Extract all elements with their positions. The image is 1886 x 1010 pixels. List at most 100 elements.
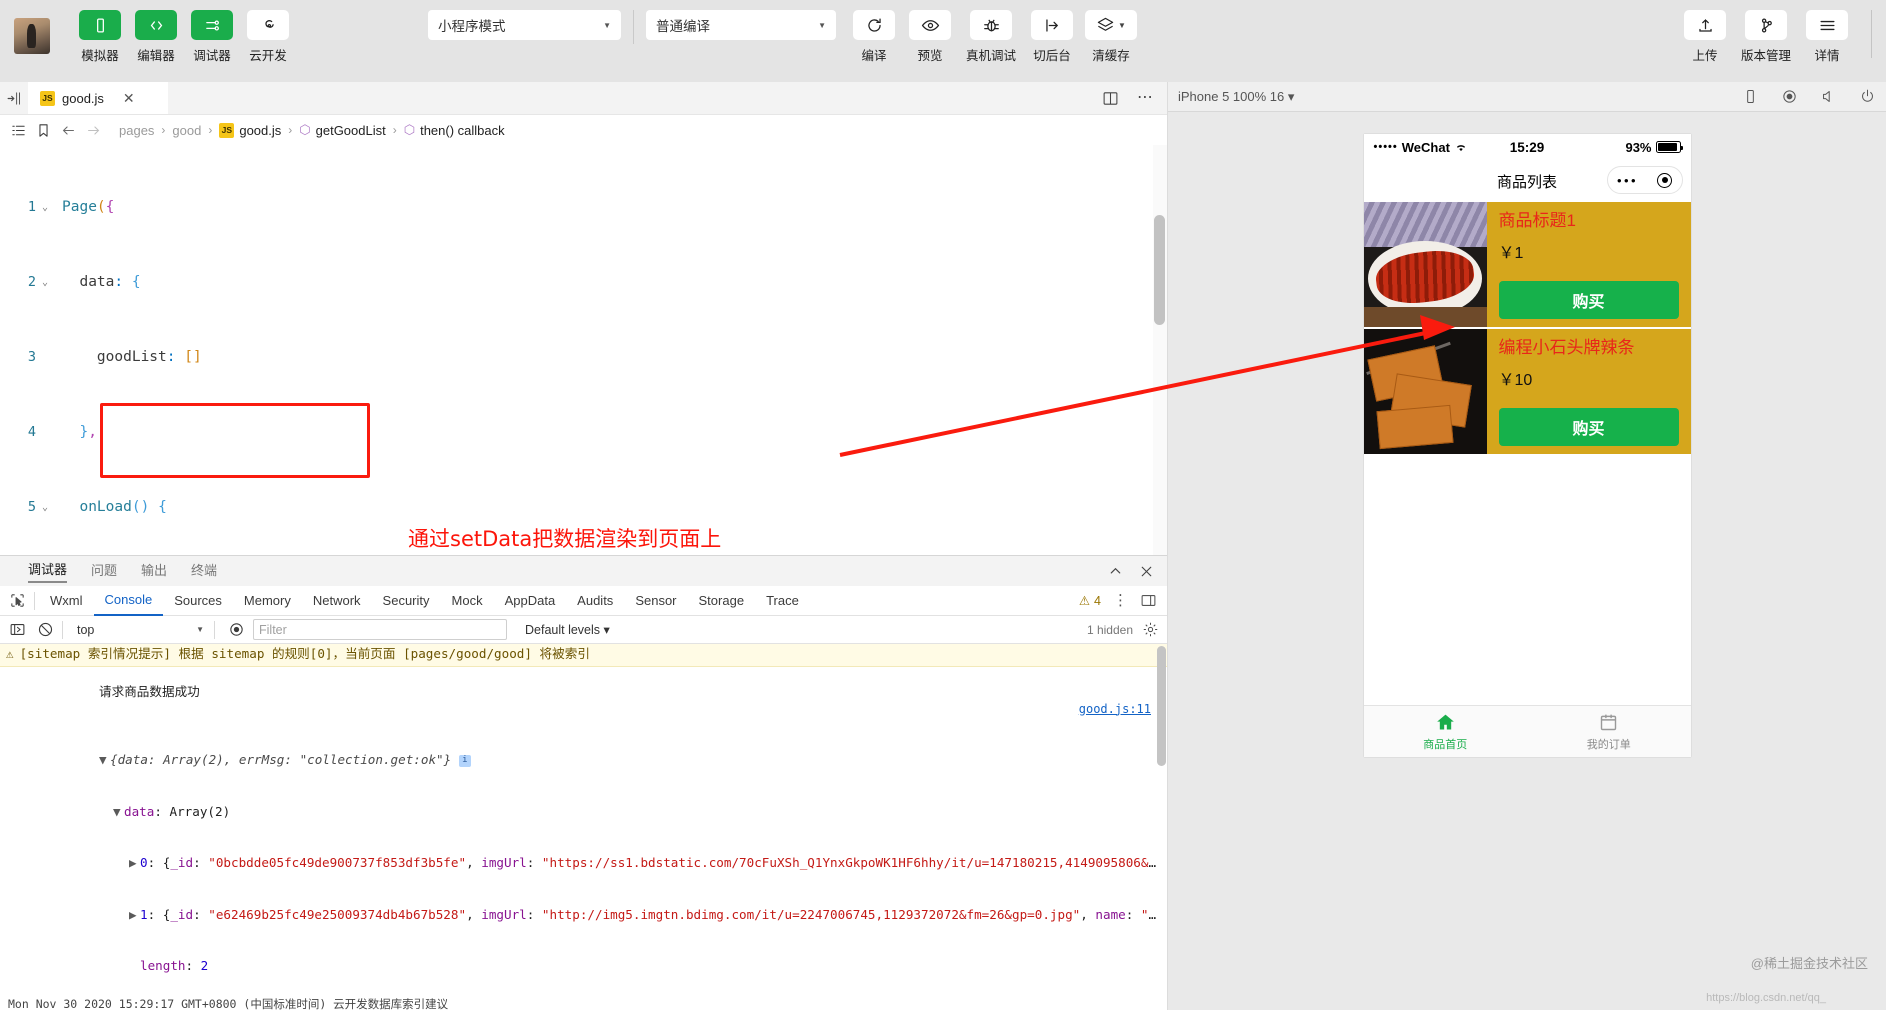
panel-tab-terminal[interactable]: 终端 bbox=[191, 560, 217, 582]
editor-tab-good-js[interactable]: JS good.js ✕ bbox=[28, 82, 168, 114]
phone-simulator-icon[interactable] bbox=[79, 10, 121, 40]
hamburger-icon[interactable] bbox=[1806, 10, 1848, 40]
breadcrumb-item-good[interactable]: good bbox=[172, 123, 201, 138]
editor-scrollbar[interactable] bbox=[1154, 215, 1165, 325]
buy-button[interactable]: 购买 bbox=[1498, 408, 1679, 446]
tool-cloud-dev[interactable]: 云开发 bbox=[242, 10, 294, 64]
dev-tab-mock[interactable]: Mock bbox=[441, 586, 494, 616]
tool-debugger[interactable]: 调试器 bbox=[186, 10, 238, 64]
close-panel-icon[interactable] bbox=[1138, 563, 1155, 580]
dev-tab-storage[interactable]: Storage bbox=[688, 586, 756, 616]
power-icon[interactable] bbox=[1859, 88, 1876, 105]
tool-editor[interactable]: 编辑器 bbox=[130, 10, 182, 64]
dev-tab-memory[interactable]: Memory bbox=[233, 586, 302, 616]
dev-tab-audits[interactable]: Audits bbox=[566, 586, 624, 616]
dev-tab-sources[interactable]: Sources bbox=[163, 586, 233, 616]
toggle-sidebar-icon[interactable] bbox=[0, 82, 28, 114]
action-version-manage[interactable]: 版本管理 bbox=[1735, 10, 1797, 64]
forward-icon[interactable] bbox=[83, 122, 103, 139]
outline-icon[interactable] bbox=[8, 122, 28, 139]
warning-count-badge[interactable]: ⚠ 4 bbox=[1079, 593, 1101, 609]
close-mini-program-icon[interactable] bbox=[1657, 172, 1673, 188]
upload-icon[interactable] bbox=[1684, 10, 1726, 40]
expand-triangle-icon[interactable]: ▶ bbox=[129, 855, 140, 872]
action-compile[interactable]: 编译 bbox=[848, 10, 900, 64]
close-icon[interactable]: ✕ bbox=[123, 91, 135, 105]
collapse-panel-icon[interactable] bbox=[1107, 563, 1124, 580]
more-dots-icon[interactable]: ••• bbox=[1617, 174, 1638, 187]
breadcrumb-separator: › bbox=[208, 123, 213, 137]
dev-tab-sensor[interactable]: Sensor bbox=[624, 586, 687, 616]
panel-tab-debugger[interactable]: 调试器 bbox=[28, 559, 68, 583]
expand-triangle-icon[interactable]: ▶ bbox=[129, 907, 140, 924]
bookmark-icon[interactable] bbox=[33, 122, 53, 139]
action-background[interactable]: 切后台 bbox=[1026, 10, 1078, 64]
list-item[interactable]: 商品标题1 ￥1 购买 bbox=[1363, 202, 1691, 327]
layers-icon[interactable]: ▼ bbox=[1085, 10, 1137, 40]
record-icon[interactable] bbox=[1781, 88, 1798, 105]
dev-tab-console[interactable]: Console bbox=[93, 586, 164, 616]
tabbar-item-order[interactable]: 我的订单 bbox=[1527, 706, 1691, 757]
compile-select[interactable]: 普通编译 ▼ bbox=[646, 10, 836, 40]
code-brackets-icon[interactable] bbox=[135, 10, 177, 40]
breadcrumb-item-good-js[interactable]: good.js bbox=[239, 123, 281, 138]
console-settings-gear-icon[interactable] bbox=[1139, 621, 1161, 638]
eye-icon[interactable] bbox=[909, 10, 951, 40]
fold-toggle-icon[interactable]: ⌄ bbox=[36, 270, 54, 295]
action-clear-cache[interactable]: ▼ 清缓存 bbox=[1082, 10, 1140, 64]
dev-tab-trace[interactable]: Trace bbox=[755, 586, 810, 616]
bug-icon[interactable] bbox=[970, 10, 1012, 40]
device-select[interactable]: iPhone 5 100% 16 ▾ bbox=[1178, 89, 1294, 105]
info-icon[interactable]: i bbox=[458, 754, 471, 767]
console-source-link[interactable]: good.js:11 bbox=[1079, 701, 1151, 718]
more-actions-icon[interactable]: ⋯ bbox=[1137, 90, 1153, 106]
clear-console-icon[interactable] bbox=[34, 621, 56, 638]
expand-triangle-icon[interactable]: ▼ bbox=[99, 752, 110, 769]
dev-tab-appdata[interactable]: AppData bbox=[494, 586, 567, 616]
sliders-icon[interactable] bbox=[191, 10, 233, 40]
code-editor[interactable]: 1 ⌄ Page({ 2 ⌄ data: { 3 goodList: [] 4 }, … bbox=[0, 145, 1167, 555]
background-icon[interactable] bbox=[1031, 10, 1073, 40]
console-output[interactable]: ⚠ [sitemap 索引情况提示] 根据 sitemap 的规则[0]，当前页… bbox=[0, 644, 1167, 996]
tabbar-item-home[interactable]: 商品首页 bbox=[1364, 706, 1528, 757]
wechat-capsule[interactable]: ••• bbox=[1606, 166, 1683, 194]
breadcrumb-item-pages[interactable]: pages bbox=[119, 123, 154, 138]
console-scrollbar[interactable] bbox=[1157, 646, 1166, 766]
fold-toggle-icon[interactable]: ⌄ bbox=[36, 195, 54, 220]
tool-simulator[interactable]: 模拟器 bbox=[74, 10, 126, 64]
user-avatar[interactable] bbox=[14, 18, 50, 54]
dev-tab-network[interactable]: Network bbox=[302, 586, 372, 616]
list-item[interactable]: 编程小石头牌辣条 ￥10 购买 bbox=[1363, 329, 1691, 454]
split-editor-icon[interactable] bbox=[1102, 90, 1119, 107]
execute-icon[interactable] bbox=[6, 621, 28, 638]
git-branch-icon[interactable] bbox=[1745, 10, 1787, 40]
minimap[interactable] bbox=[1153, 145, 1167, 555]
devtools-more-icon[interactable]: ⋮ bbox=[1113, 593, 1128, 608]
expand-triangle-icon[interactable]: ▼ bbox=[113, 804, 124, 821]
breadcrumb-item-then-callback[interactable]: then() callback bbox=[420, 123, 505, 138]
buy-button[interactable]: 购买 bbox=[1498, 281, 1679, 319]
action-upload[interactable]: 上传 bbox=[1679, 10, 1731, 64]
console-settings-eye-icon[interactable] bbox=[225, 621, 247, 638]
volume-icon[interactable] bbox=[1820, 88, 1837, 105]
panel-tab-output[interactable]: 输出 bbox=[141, 560, 167, 582]
panel-tab-problems[interactable]: 问题 bbox=[91, 560, 117, 582]
dock-side-icon[interactable] bbox=[1140, 592, 1157, 609]
action-version-manage-label: 版本管理 bbox=[1740, 49, 1791, 63]
phone-rotate-icon[interactable] bbox=[1742, 88, 1759, 105]
action-details[interactable]: 详情 bbox=[1801, 10, 1853, 64]
action-real-device-debug[interactable]: 真机调试 bbox=[960, 10, 1022, 64]
console-levels-select[interactable]: Default levels ▾ bbox=[525, 622, 610, 637]
dev-tab-security[interactable]: Security bbox=[372, 586, 441, 616]
breadcrumb-item-getgoodlist[interactable]: getGoodList bbox=[316, 123, 386, 138]
refresh-icon[interactable] bbox=[853, 10, 895, 40]
mode-select[interactable]: 小程序模式 ▼ bbox=[428, 10, 621, 40]
cloud-dev-icon[interactable] bbox=[247, 10, 289, 40]
fold-toggle-icon[interactable]: ⌄ bbox=[36, 495, 54, 520]
back-icon[interactable] bbox=[58, 122, 78, 139]
inspect-element-icon[interactable] bbox=[0, 592, 34, 609]
action-preview[interactable]: 预览 bbox=[904, 10, 956, 64]
console-filter-input[interactable] bbox=[253, 619, 507, 640]
console-context-select[interactable]: top ▼ bbox=[73, 620, 208, 640]
dev-tab-wxml[interactable]: Wxml bbox=[39, 586, 94, 616]
